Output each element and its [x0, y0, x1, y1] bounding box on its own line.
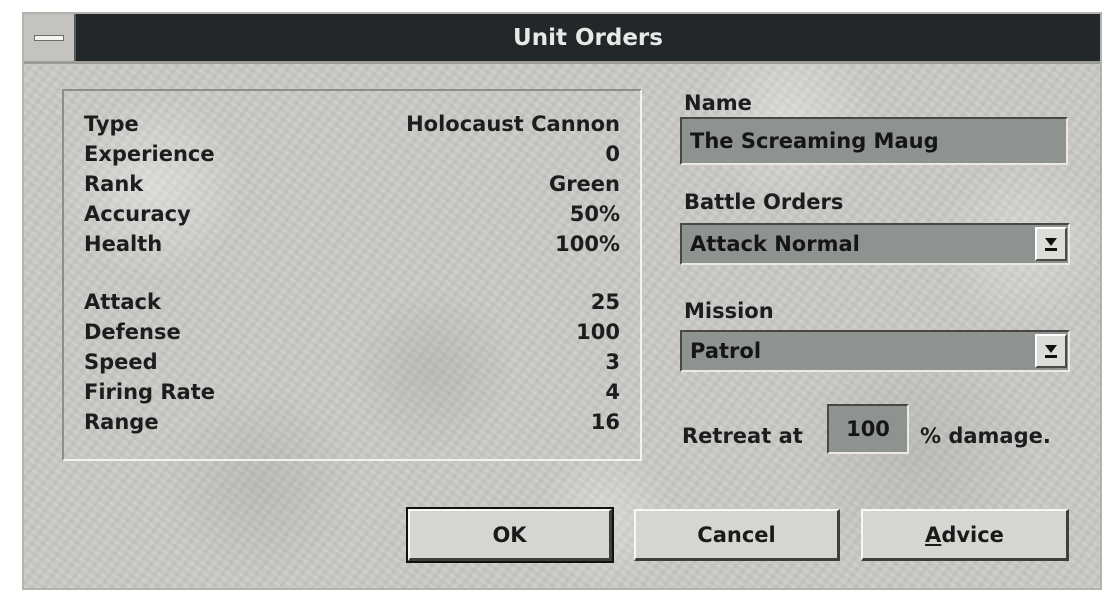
- battle-orders-label: Battle Orders: [684, 190, 844, 214]
- stat-label: Range: [84, 410, 159, 434]
- battle-orders-dropdown[interactable]: Attack Normal: [680, 223, 1070, 265]
- mission-dropdown[interactable]: Patrol: [680, 330, 1070, 372]
- stat-label: Speed: [84, 350, 158, 374]
- stat-value: 0: [605, 142, 620, 166]
- arrow-down-icon: [1045, 237, 1057, 246]
- stat-label: Rank: [84, 172, 144, 196]
- mission-dropdown-button[interactable]: [1035, 334, 1067, 368]
- stat-value: 16: [590, 410, 620, 434]
- retreat-suffix-label: % damage.: [920, 424, 1051, 448]
- unit-stats-panel: Type Holocaust Cannon Experience 0 Rank …: [62, 89, 642, 461]
- stat-value: 100: [576, 320, 620, 344]
- mission-label: Mission: [684, 299, 774, 323]
- battle-orders-dropdown-button[interactable]: [1035, 227, 1067, 261]
- system-menu-button[interactable]: [24, 14, 76, 61]
- stat-row-accuracy: Accuracy 50%: [84, 199, 620, 229]
- stat-label: Defense: [84, 320, 181, 344]
- stat-row-health: Health 100%: [84, 229, 620, 259]
- stats-group-combat: Attack 25 Defense 100 Speed 3 Firing Rat…: [84, 287, 620, 437]
- ok-button[interactable]: OK: [406, 507, 614, 563]
- stat-label: Attack: [84, 290, 161, 314]
- stat-value: 100%: [555, 232, 620, 256]
- stat-row-defense: Defense 100: [84, 317, 620, 347]
- arrow-down-bar-icon: [1045, 354, 1057, 358]
- stat-value: 25: [590, 290, 620, 314]
- stats-group-primary: Type Holocaust Cannon Experience 0 Rank …: [84, 109, 620, 259]
- retreat-percentage-value: 100: [846, 417, 890, 441]
- stat-value: Holocaust Cannon: [406, 112, 620, 136]
- name-field[interactable]: The Screaming Maug: [680, 117, 1068, 165]
- mission-value: Patrol: [690, 339, 762, 363]
- stat-row-rank: Rank Green: [84, 169, 620, 199]
- cancel-button-label: Cancel: [697, 522, 776, 547]
- stat-row-experience: Experience 0: [84, 139, 620, 169]
- name-field-value: The Screaming Maug: [690, 129, 939, 153]
- stat-label: Firing Rate: [84, 380, 216, 404]
- name-label: Name: [684, 91, 752, 115]
- stat-value: 50%: [569, 202, 620, 226]
- stat-label: Accuracy: [84, 202, 191, 226]
- stat-value: 3: [605, 350, 620, 374]
- unit-orders-dialog: Unit Orders Type Holocaust Cannon Experi…: [22, 12, 1102, 590]
- stat-row-firing-rate: Firing Rate 4: [84, 377, 620, 407]
- cancel-button[interactable]: Cancel: [634, 509, 840, 561]
- stat-label: Experience: [84, 142, 215, 166]
- ok-button-label: OK: [492, 522, 527, 547]
- title-bar[interactable]: Unit Orders: [24, 14, 1100, 64]
- battle-orders-value: Attack Normal: [690, 232, 860, 256]
- stat-label: Type: [84, 112, 139, 136]
- retreat-percentage-field[interactable]: 100: [827, 404, 909, 454]
- stat-row-range: Range 16: [84, 407, 620, 437]
- stat-value: Green: [548, 172, 620, 196]
- advice-button-label: Advice: [925, 522, 1004, 547]
- stat-row-speed: Speed 3: [84, 347, 620, 377]
- stat-row-attack: Attack 25: [84, 287, 620, 317]
- stat-row-type: Type Holocaust Cannon: [84, 109, 620, 139]
- system-menu-icon: [34, 34, 64, 41]
- window-title: Unit Orders: [513, 24, 663, 51]
- arrow-down-bar-icon: [1045, 247, 1057, 251]
- stat-label: Health: [84, 232, 163, 256]
- stat-value: 4: [605, 380, 620, 404]
- arrow-down-icon: [1045, 344, 1057, 353]
- retreat-prefix-label: Retreat at: [682, 424, 803, 448]
- advice-button[interactable]: Advice: [861, 509, 1069, 561]
